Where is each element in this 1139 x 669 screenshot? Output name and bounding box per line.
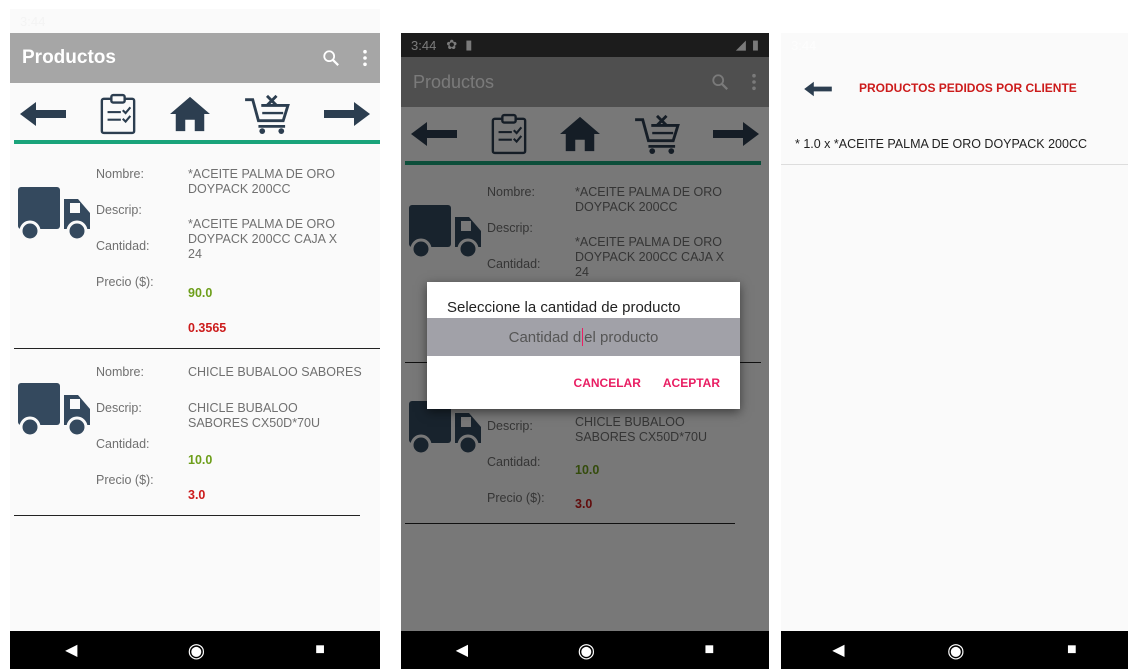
page-title: PRODUCTOS PEDIDOS POR CLIENTE [859, 81, 1077, 95]
accept-button[interactable]: ACEPTAR [663, 376, 720, 390]
label-nombre: Nombre: [96, 167, 144, 181]
app-title: Productos [22, 47, 116, 68]
product-description: CHICLE BUBALOO SABORES CX50D*70U [188, 401, 321, 430]
label-cantidad: Cantidad: [96, 437, 150, 451]
label-cantidad: Cantidad: [96, 239, 150, 253]
system-nav-bar: ◀ ◉ ■ [401, 631, 769, 669]
row-divider [14, 348, 380, 349]
product-price: 0.3565 [188, 321, 227, 335]
accent-divider [14, 140, 380, 144]
quantity-input[interactable]: Cantidad d el producto [427, 318, 740, 356]
screen-product-list: 3:44 Productos Nombre: Descrip: Cantidad… [10, 9, 380, 669]
nav-recents-icon[interactable]: ■ [315, 641, 325, 659]
home-icon[interactable] [168, 95, 212, 133]
more-vert-icon[interactable] [362, 49, 368, 67]
quantity-dialog: Seleccione la cantidad de producto Canti… [427, 282, 740, 409]
row-divider [14, 515, 360, 516]
product-description: *ACEITE PALMA DE ORO DOYPACK 200CC CAJA … [188, 217, 338, 261]
search-icon[interactable] [322, 49, 340, 67]
nav-recents-icon[interactable]: ■ [1067, 641, 1077, 659]
label-nombre: Nombre: [96, 365, 144, 379]
back-arrow-icon[interactable] [803, 80, 833, 98]
arrow-left-icon[interactable] [18, 99, 68, 129]
text-caret [582, 328, 584, 346]
nav-home-icon[interactable]: ◉ [947, 638, 964, 663]
nav-home-icon[interactable]: ◉ [578, 638, 595, 663]
product-name: CHICLE BUBALOO SABORES [188, 365, 362, 379]
nav-back-icon[interactable]: ◀ [65, 640, 77, 660]
truck-icon [14, 181, 92, 243]
row-divider [781, 164, 1128, 165]
status-time: 3:44 [20, 13, 46, 29]
truck-icon [14, 377, 92, 439]
label-precio: Precio ($): [96, 275, 154, 289]
status-bar: 3:44 [781, 33, 1128, 57]
quantity-placeholder-start: Cantidad d [508, 328, 582, 346]
ordered-product-line[interactable]: * 1.0 x *ACEITE PALMA DE ORO DOYPACK 200… [795, 137, 1087, 151]
product-quantity: 10.0 [188, 453, 213, 467]
nav-home-icon[interactable]: ◉ [188, 638, 205, 663]
arrow-right-icon[interactable] [322, 99, 372, 129]
cancel-button[interactable]: CANCELAR [574, 376, 641, 390]
label-precio: Precio ($): [96, 473, 154, 487]
nav-recents-icon[interactable]: ■ [705, 641, 715, 659]
quantity-placeholder-end: el producto [584, 328, 659, 346]
system-nav-bar: ◀ ◉ ■ [781, 631, 1128, 669]
system-nav-bar: ◀ ◉ ■ [10, 631, 380, 669]
product-price: 3.0 [188, 488, 206, 502]
nav-back-icon[interactable]: ◀ [456, 640, 468, 660]
label-descrip: Descrip: [96, 401, 142, 415]
nav-back-icon[interactable]: ◀ [832, 640, 844, 660]
dialog-title: Seleccione la cantidad de producto [447, 299, 681, 316]
screen-quantity-dialog: 3:44 ✿ ▮ ◢ ▮ Productos Nombre: Descrip: … [401, 33, 769, 669]
status-bar: 3:44 [10, 9, 380, 33]
cart-remove-icon[interactable] [243, 94, 291, 134]
nav-toolbar [10, 87, 380, 141]
label-descrip: Descrip: [96, 203, 142, 217]
product-quantity: 90.0 [188, 286, 213, 300]
app-bar: Productos [10, 33, 380, 83]
screen-ordered-products: 3:44 PRODUCTOS PEDIDOS POR CLIENTE * 1.0… [781, 33, 1128, 669]
clipboard-icon[interactable] [99, 93, 137, 135]
status-time: 3:44 [791, 37, 817, 53]
product-name: *ACEITE PALMA DE ORO DOYPACK 200CC [188, 167, 336, 196]
